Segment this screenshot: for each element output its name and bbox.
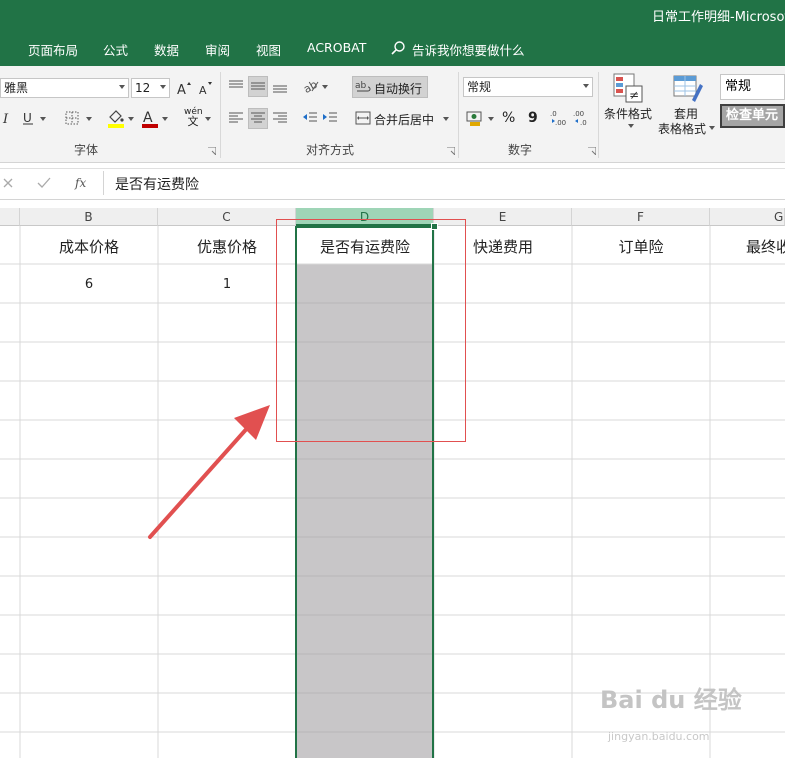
baidu-watermark: Bai du 经验 — [600, 686, 742, 714]
baidu-watermark-url: jingyan.baidu.com — [608, 730, 710, 743]
annotation-arrow-icon — [148, 405, 270, 539]
